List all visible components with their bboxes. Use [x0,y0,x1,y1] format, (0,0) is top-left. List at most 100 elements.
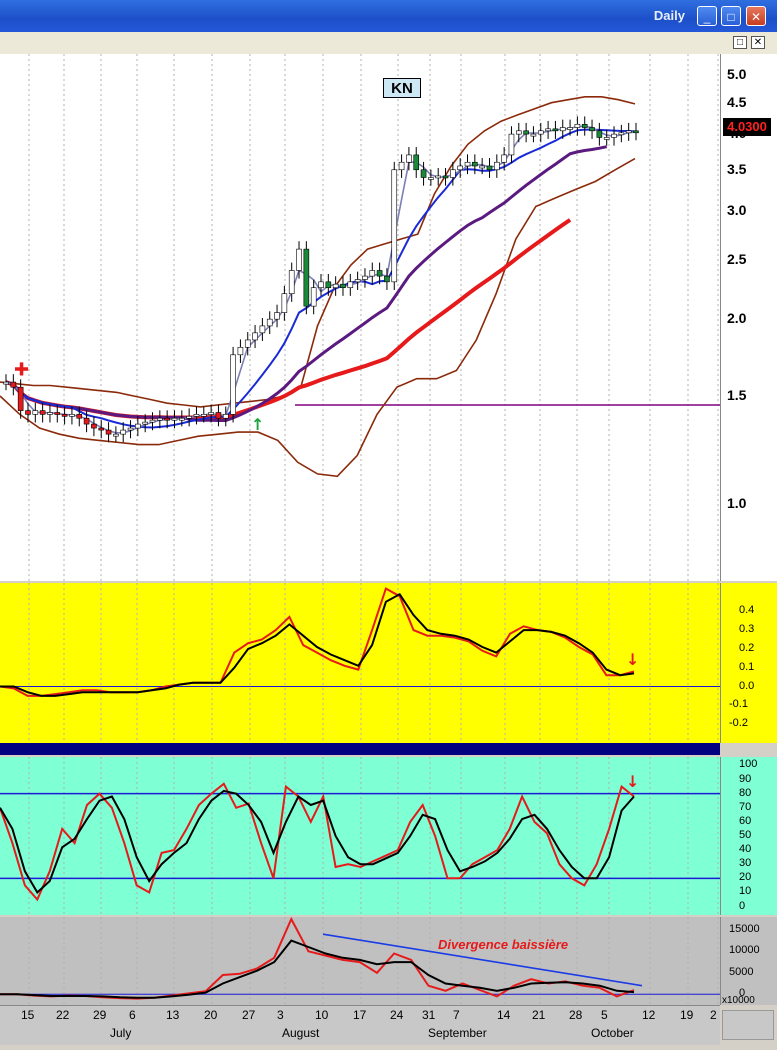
series-line-1 [0,789,635,894]
candle-body [530,133,537,137]
candle-body [281,293,288,313]
candle-body [450,169,456,178]
date-tick-label: 21 [532,1008,546,1022]
candle-body [340,283,346,289]
candle-body [288,270,295,295]
volume-oscillator-axis: 15000 10000 5000 0 [720,917,777,1005]
price-tick-label: 2.5 [727,250,747,267]
osc-tick-label: 0.2 [739,641,755,654]
candle-body [3,381,9,385]
candle-body [559,127,566,132]
candle-body [47,412,53,415]
osc-tick-label: -0.1 [729,698,748,711]
candle-body [369,270,376,277]
series-line-0 [0,782,635,902]
osc-tick-label: 60 [739,814,752,827]
volume-oscillator-chart [0,917,720,1005]
osc-tick-label: 5000 [729,965,754,978]
date-tick-label: 22 [56,1008,70,1022]
date-tick-label: 17 [353,1008,367,1022]
candle-body [486,165,493,171]
osc-tick-label: 90 [739,772,752,785]
close-chart-button[interactable]: ✕ [751,36,765,49]
restore-chart-button[interactable]: □ [733,36,747,49]
macd-axis: 0.4 0.3 0.2 0.1 0.0 -0.1 -0.2 [720,583,777,743]
candle-body [105,429,112,435]
candle-body [428,177,434,180]
osc-tick-label: 10000 [729,944,760,957]
price-tick-label: 4.5 [727,93,747,110]
axis-corner [722,1010,774,1040]
candle-body [54,412,61,415]
date-tick-label: 14 [497,1008,511,1022]
candle-body [266,318,273,327]
osc-tick-label: 10 [739,885,752,898]
candle-body [244,339,251,348]
osc-tick-label: 0.3 [739,623,755,636]
status-bar [0,1045,777,1050]
stochastic-chart: ↓ [0,757,720,915]
candle-body [625,130,632,134]
price-tick-label: 1.5 [727,386,747,403]
candle-body [179,417,185,421]
candle-body [494,161,500,171]
price-chart: ✚↑ [0,54,720,581]
price-tick-label: 2.0 [727,310,747,327]
candle-body [193,414,200,417]
candle-body [296,248,302,271]
candle-body [25,410,31,415]
date-tick-label: 15 [21,1008,35,1022]
candle-body [208,412,214,415]
candle-body [252,332,258,341]
candle-body [91,423,97,429]
candle-body [574,123,581,128]
ticker-label: KN [383,78,421,98]
osc-tick-label: 40 [739,843,752,856]
osc-tick-label: -0.2 [729,717,748,730]
candle-body [391,169,398,283]
candle-body [420,169,427,178]
candle-body [200,414,207,417]
stochastic-axis: 100 90 80 70 60 50 40 30 20 10 0 [720,757,777,915]
minimize-button[interactable]: _ [697,6,717,26]
candle-body [142,421,148,425]
candle-body [10,381,17,388]
date-tick-label: 19 [680,1008,694,1022]
candle-body [149,419,156,423]
volume-unit-label: x10000 [722,995,755,1006]
candle-body [186,415,192,419]
candle-body [552,128,559,132]
candle-body [384,275,390,283]
candle-body [83,417,90,425]
candle-body [589,127,595,132]
date-tick-label: 7 [453,1008,460,1022]
date-tick-label: 29 [93,1008,107,1022]
price-tick-label: 1.0 [727,495,747,512]
candle-body [501,154,507,163]
maximize-button[interactable]: □ [721,6,741,26]
window-titlebar: Daily _ □ ✕ [0,0,777,32]
month-label: October [591,1026,634,1040]
candle-body [479,165,485,169]
candle-body [596,130,603,138]
sell-signal-arrow-icon: ↓ [626,772,639,791]
candle-body [61,414,68,417]
close-button[interactable]: ✕ [746,6,766,26]
candle-body [230,354,236,415]
candle-body [215,412,222,419]
osc-tick-label: 0.4 [739,604,755,617]
candle-body [508,133,515,156]
candle-body [17,386,24,411]
candle-body [472,161,478,167]
candle-body [362,275,368,280]
candle-body [332,283,339,289]
candle-body [32,410,39,415]
date-tick-label: 3 [277,1008,284,1022]
date-tick-label: 6 [129,1008,136,1022]
osc-tick-label: 70 [739,800,752,813]
candle-body [523,130,529,135]
candle-body [310,287,317,307]
candle-body [457,165,463,171]
osc-tick-label: 0.1 [739,660,755,673]
candle-body [347,281,354,289]
